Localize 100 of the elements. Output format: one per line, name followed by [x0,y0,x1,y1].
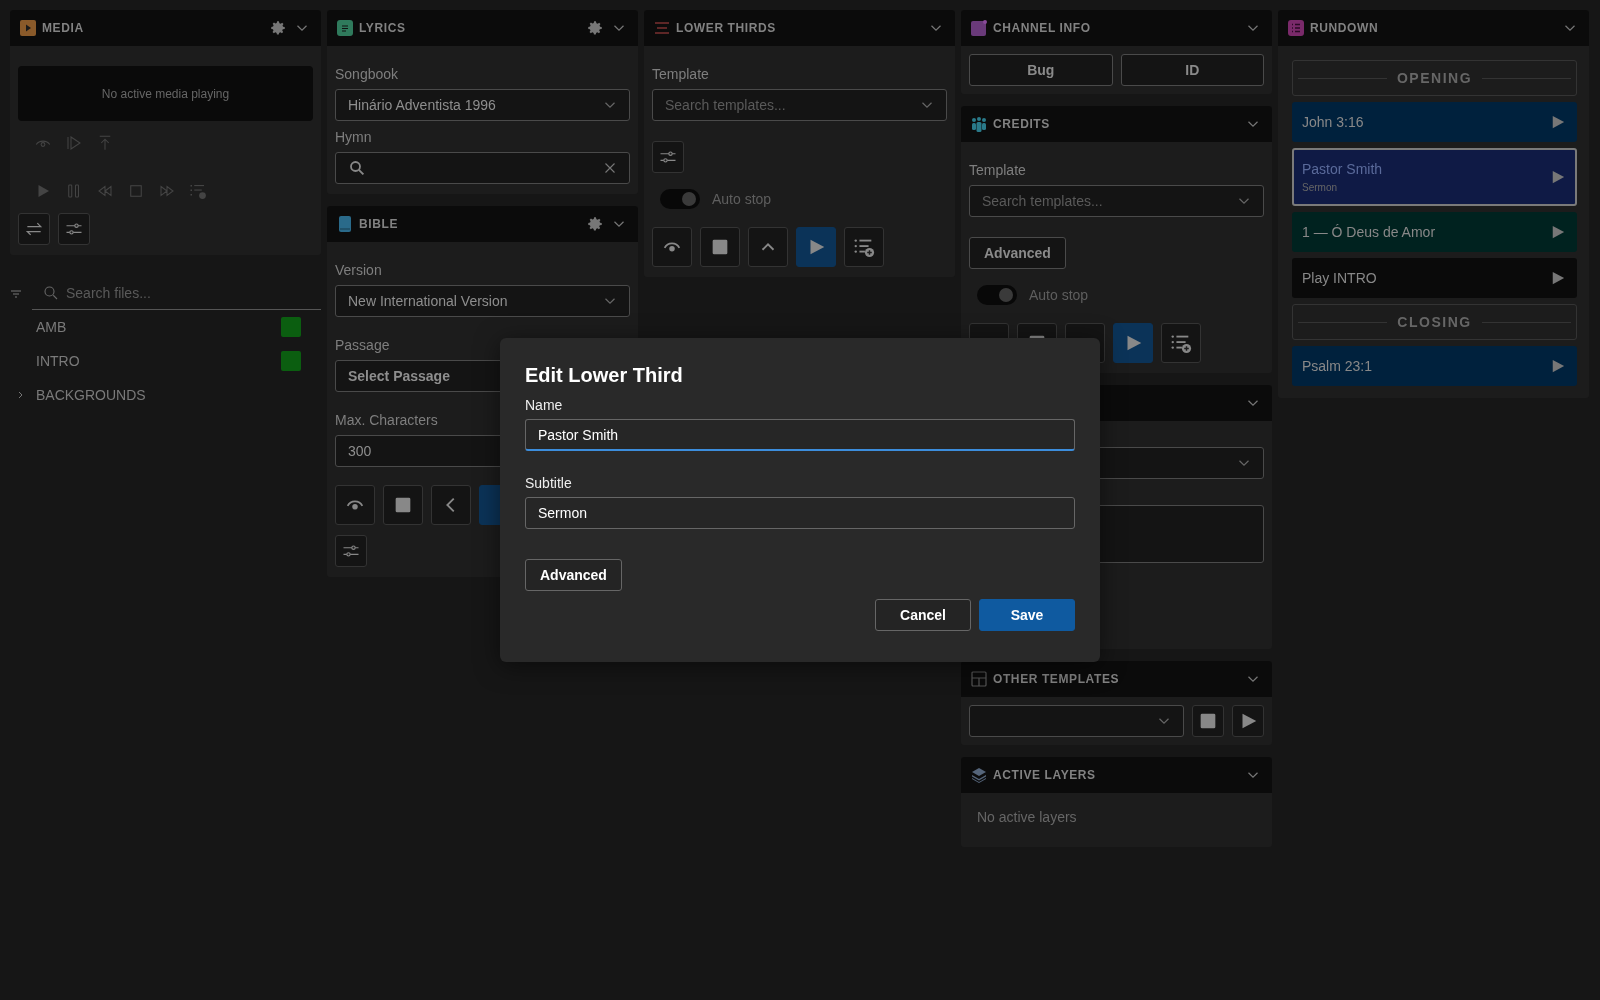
item-title: Psalm 23:1 [1302,358,1374,374]
cancel-button[interactable]: Cancel [875,599,971,631]
rundown-item[interactable]: Psalm 23:1 [1292,346,1577,386]
settings-button[interactable] [652,141,684,173]
panel-header[interactable]: MEDIA [10,10,321,46]
field-label: Subtitle [525,475,573,491]
field-label: Name [525,397,564,413]
item-title: John 3:16 [1302,114,1365,130]
layers-icon [971,767,987,783]
panel-title: MEDIA [42,21,84,35]
preview-button[interactable] [335,485,375,525]
section-title: OPENING [1396,70,1473,86]
play-button[interactable] [1113,323,1153,363]
rundown-item[interactable]: 1 — Ó Deus de Amor [1292,212,1577,252]
panel-title: OTHER TEMPLATES [993,672,1120,686]
panel-title: CREDITS [993,117,1050,131]
dropdown[interactable]: New International Version [335,285,630,317]
settings-icon[interactable] [586,215,604,233]
rundown-item[interactable]: Pastor Smith Sermon [1292,148,1577,206]
item-subtitle: Sermon [1302,182,1338,193]
settings-icon[interactable] [586,19,604,37]
status-text: No active media playing [101,86,230,101]
play-button[interactable] [796,227,836,267]
play-icon[interactable] [1551,359,1565,373]
book-icon [337,216,353,232]
settings-icon[interactable] [269,19,287,37]
panel-header[interactable]: LYRICS [327,10,638,46]
text-field[interactable]: Sermon [525,497,1075,529]
stop-button[interactable] [1192,705,1224,737]
file-name: INTRO [36,353,80,369]
graphic-button[interactable]: ID [1120,54,1264,86]
step-play-icon [65,134,83,152]
play-icon[interactable] [1551,271,1565,285]
field-label: Version [335,262,383,278]
panel-header[interactable]: ACTIVE LAYERS [961,757,1272,793]
dropdown[interactable]: Search templates... [652,89,947,121]
settings-button[interactable] [335,535,367,567]
field-label: Max. Characters [335,412,439,428]
file-item[interactable]: INTRO [10,344,321,378]
play-icon[interactable] [1551,115,1565,129]
graphic-button[interactable]: Bug [969,54,1113,86]
play-icon[interactable] [1551,170,1565,184]
swap-button[interactable] [18,213,50,245]
file-item[interactable]: AMB [10,310,321,344]
dropdown[interactable]: Search templates... [969,185,1264,217]
settings-button[interactable] [58,213,90,245]
lines-icon [654,20,670,36]
toggle-label: Auto stop [1029,287,1089,303]
panel-header[interactable]: OTHER TEMPLATES [961,661,1272,697]
rundown-item[interactable]: Play INTRO [1292,258,1577,298]
grid-icon [971,671,987,687]
panel-title: LYRICS [359,21,406,35]
field-label: Template [969,162,1027,178]
field-label: Hymn [335,129,373,145]
search-field[interactable] [335,152,630,184]
panel-title: BIBLE [359,217,398,231]
toggle-switch[interactable] [660,189,700,209]
panel-header[interactable]: RUNDOWN [1278,10,1589,46]
file-name: AMB [36,319,67,335]
list-add-icon [1170,332,1192,354]
save-button[interactable]: Save [979,599,1075,631]
panel-header[interactable]: LOWER THIRDS [644,10,955,46]
tag-icon [971,20,987,36]
stop-button[interactable] [700,227,740,267]
item-title: Pastor Smith [1302,161,1384,177]
document-icon [337,20,353,36]
panel-header[interactable]: CHANNEL INFO [961,10,1272,46]
toggle-switch[interactable] [977,285,1017,305]
empty-message: No active layers [976,808,1078,827]
add-to-rundown-button[interactable] [844,227,884,267]
item-title: Play INTRO [1302,270,1378,286]
search-icon [42,284,60,302]
text-field[interactable]: Pastor Smith [525,419,1075,451]
play-button[interactable] [1232,705,1264,737]
list-add-icon [189,182,207,200]
panel-header[interactable]: CREDITS [961,106,1272,142]
rewind-icon [96,182,114,200]
people-icon [971,116,987,132]
search-icon [348,159,366,177]
search-field[interactable]: Search files... [32,277,321,310]
play-icon[interactable] [1551,225,1565,239]
stop-button[interactable] [383,485,423,525]
item-title: 1 — Ó Deus de Amor [1302,224,1437,240]
panel-title: CHANNEL INFO [993,21,1091,35]
rundown-item[interactable]: John 3:16 [1292,102,1577,142]
panel-header[interactable]: BIBLE [327,206,638,242]
folder-item[interactable]: BACKGROUNDS [10,378,321,412]
list-icon [1288,20,1304,36]
advanced-button[interactable]: Advanced [969,237,1066,269]
folder-name: BACKGROUNDS [36,387,146,403]
play-icon [20,20,36,36]
panel-title: LOWER THIRDS [676,21,776,35]
dropdown[interactable]: Hinário Adventista 1996 [335,89,630,121]
field-label: Passage [335,337,391,353]
preview-button[interactable] [652,227,692,267]
toggle-label: Auto stop [712,191,772,207]
add-to-rundown-button[interactable] [1161,323,1201,363]
fast-forward-icon [158,182,176,200]
panel-title: ACTIVE LAYERS [993,768,1096,782]
advanced-button[interactable]: Advanced [525,559,622,591]
